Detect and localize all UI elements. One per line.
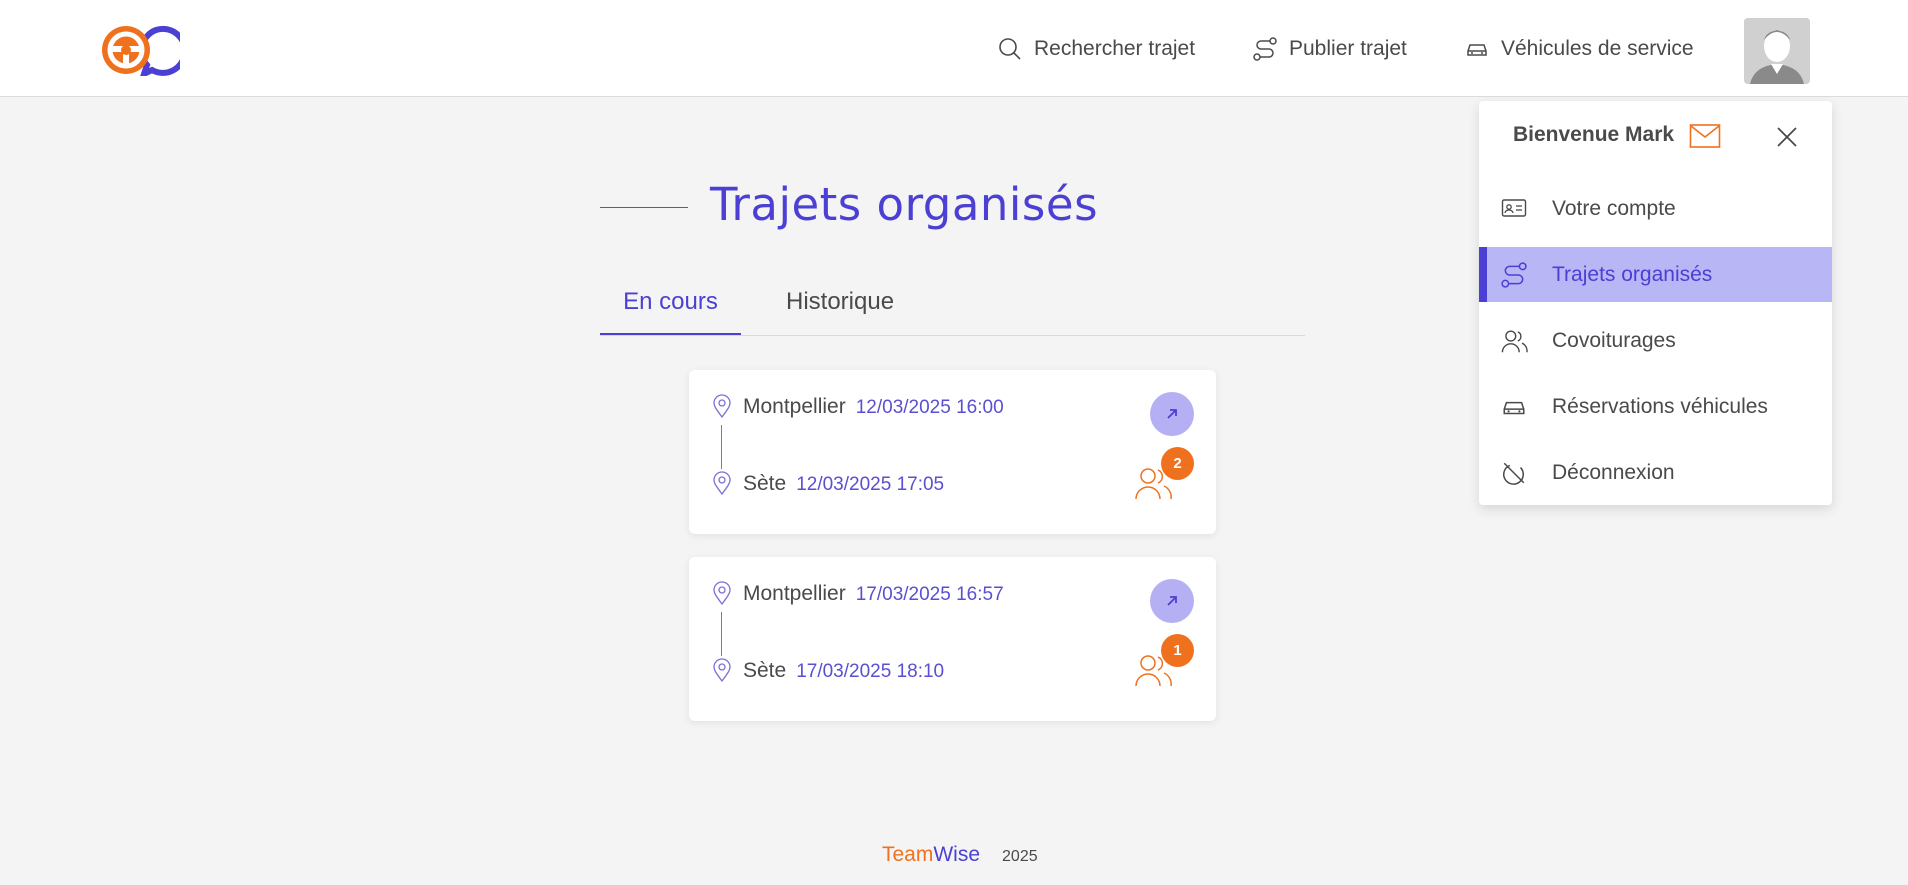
location-pin-icon	[713, 658, 731, 682]
car-icon	[1503, 401, 1525, 415]
menu-item-organized-trips[interactable]: Trajets organisés	[1479, 247, 1832, 302]
departure: Montpellier 12/03/2025 16:00	[743, 395, 1004, 419]
logout-icon	[1503, 462, 1525, 485]
user-avatar[interactable]	[1744, 18, 1810, 84]
footer-year: 2025	[1002, 848, 1038, 865]
page-title: Trajets organisés	[710, 178, 1099, 231]
menu-item-label: Déconnexion	[1552, 460, 1675, 484]
id-card-icon	[1501, 199, 1527, 217]
top-header: Rechercher trajet Publier trajet Véhicul…	[0, 0, 1908, 97]
search-icon	[999, 38, 1021, 60]
teamwise-logo[interactable]	[100, 24, 188, 80]
location-pin-icon	[713, 581, 731, 605]
location-pin-icon	[713, 471, 731, 495]
route-icon	[1253, 37, 1277, 61]
arrival-datetime: 17/03/2025 18:10	[796, 661, 945, 682]
menu-item-account[interactable]: Votre compte	[1479, 181, 1832, 236]
title-decoration-line	[600, 207, 688, 208]
passenger-count-badge: 2	[1161, 447, 1194, 480]
trip-tabs: En cours Historique	[600, 280, 1305, 336]
departure-city: Montpellier	[743, 582, 846, 605]
arrow-up-right-icon	[1167, 409, 1177, 419]
menu-item-vehicle-reservations[interactable]: Réservations véhicules	[1479, 379, 1832, 434]
close-menu-button[interactable]	[1771, 121, 1803, 153]
menu-item-logout[interactable]: Déconnexion	[1479, 445, 1832, 500]
passenger-count-badge: 1	[1161, 634, 1194, 667]
nav-search-trip[interactable]: Rechercher trajet	[998, 33, 1195, 65]
user-dropdown-menu: Bienvenue Mark Votre compte Trajets orga…	[1479, 101, 1832, 505]
menu-item-carpools[interactable]: Covoiturages	[1479, 313, 1832, 368]
route-icon	[1501, 262, 1527, 288]
tab-en-cours[interactable]: En cours	[600, 288, 741, 335]
arrival-datetime: 12/03/2025 17:05	[796, 474, 945, 495]
nav-publish-trip-label: Publier trajet	[1289, 37, 1407, 60]
nav-search-trip-label: Rechercher trajet	[1034, 37, 1196, 60]
arrival-city: Sète	[743, 659, 787, 682]
departure: Montpellier 17/03/2025 16:57	[743, 582, 1004, 606]
route-line	[721, 425, 722, 469]
car-icon	[1467, 44, 1487, 56]
departure-datetime: 17/03/2025 16:57	[855, 584, 1004, 605]
menu-item-label: Covoiturages	[1552, 328, 1676, 352]
arrival-city: Sète	[743, 472, 787, 495]
tab-historique[interactable]: Historique	[786, 288, 894, 335]
arrival: Sète 12/03/2025 17:05	[743, 472, 944, 496]
close-icon	[1777, 127, 1797, 147]
users-icon	[1501, 330, 1528, 353]
departure-city: Montpellier	[743, 395, 846, 418]
open-trip-button[interactable]	[1150, 392, 1194, 436]
nav-publish-trip[interactable]: Publier trajet	[1253, 33, 1407, 65]
welcome-text: Bienvenue Mark	[1513, 123, 1675, 146]
footer-brand-wise: Wise	[933, 843, 981, 866]
mail-icon[interactable]	[1689, 123, 1721, 149]
footer-brand-team: Team	[882, 843, 934, 866]
nav-service-vehicles-label: Véhicules de service	[1501, 37, 1694, 60]
arrow-up-right-icon	[1167, 596, 1177, 606]
trip-card[interactable]: Montpellier 17/03/2025 16:57 Sète 17/03/20…	[689, 557, 1216, 721]
departure-datetime: 12/03/2025 16:00	[855, 397, 1004, 418]
menu-item-label: Réservations véhicules	[1552, 394, 1768, 418]
menu-item-label: Trajets organisés	[1552, 262, 1713, 286]
location-pin-icon	[713, 394, 731, 418]
open-trip-button[interactable]	[1150, 579, 1194, 623]
nav-service-vehicles[interactable]: Véhicules de service	[1465, 33, 1694, 65]
route-line	[721, 612, 722, 656]
menu-item-label: Votre compte	[1552, 196, 1676, 220]
arrival: Sète 17/03/2025 18:10	[743, 659, 944, 683]
footer: Team Wise 2025	[882, 843, 1038, 867]
trip-card[interactable]: Montpellier 12/03/2025 16:00 Sète 12/03/20…	[689, 370, 1216, 534]
